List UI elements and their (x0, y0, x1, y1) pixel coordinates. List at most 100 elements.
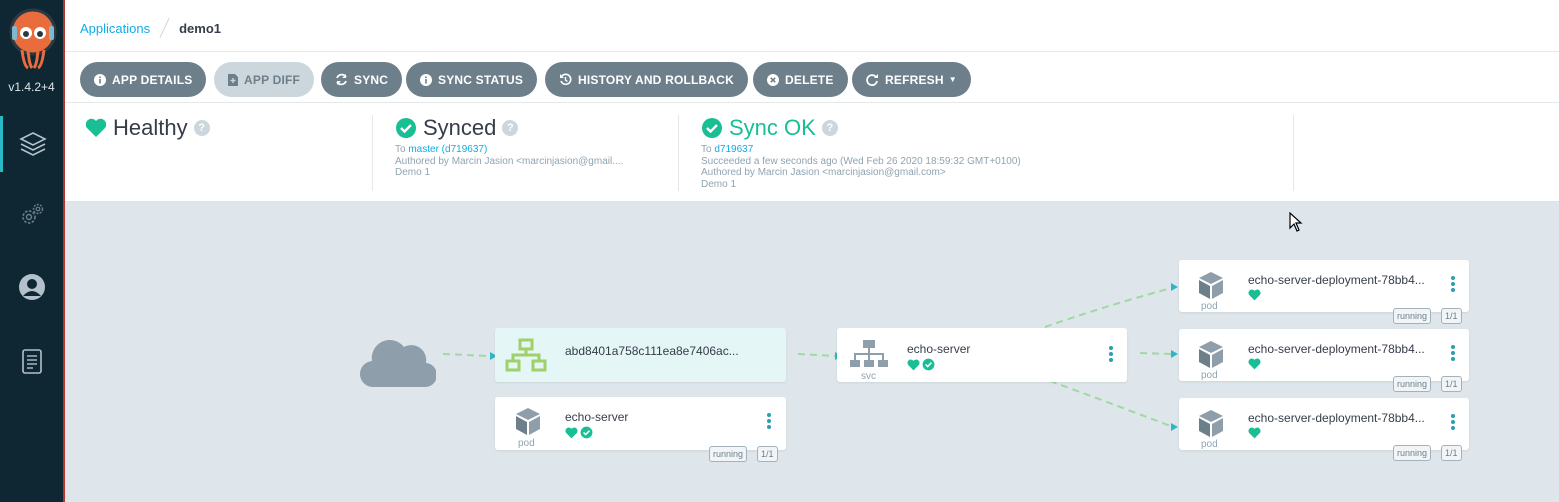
kebab-menu-icon[interactable] (767, 411, 773, 431)
cube-icon (1199, 341, 1223, 368)
app-details-button[interactable]: APP DETAILS (80, 62, 207, 97)
sync-target: To master (d719637) (395, 144, 623, 156)
sync-status: Synced ? To master (d719637) Authored by… (395, 115, 623, 179)
health-badges (565, 426, 593, 439)
user-icon (18, 274, 45, 300)
heart-icon (85, 118, 107, 137)
kebab-menu-icon[interactable] (1109, 344, 1115, 364)
pod-status-tag: running (1393, 308, 1432, 324)
sync-author: Authored by Marcin Jasion <marcinjasion@… (395, 155, 624, 167)
echo-server-svc-node[interactable]: svc echo-server (837, 328, 1127, 382)
top-bar: Applications demo1 (65, 0, 1559, 52)
help-icon[interactable]: ? (193, 120, 210, 136)
cube-icon (1199, 272, 1223, 299)
sidebar-item-user[interactable] (0, 259, 63, 315)
pod-name: echo-server-deployment-78bb4... (1248, 273, 1425, 287)
node-kind: svc (861, 371, 876, 382)
check-circle-icon (922, 358, 935, 371)
history-icon (559, 73, 572, 86)
version-label: v1.4.2+4 (8, 80, 55, 94)
kebab-menu-icon[interactable] (1451, 343, 1457, 363)
refresh-button[interactable]: REFRESH ▼ (852, 62, 971, 97)
health-badges (1248, 289, 1261, 301)
layers-icon (19, 132, 47, 156)
node-kind: pod (518, 438, 535, 449)
mouse-cursor-icon (1289, 212, 1303, 232)
toolbar: APP DETAILS APP DIFF SYNC SYNC STATUS HI… (65, 52, 1559, 103)
deployment-pod-node[interactable]: pod echo-server-deployment-78bb4... runn… (1179, 260, 1469, 324)
ingress-node[interactable]: abd8401a758c111ea8e7406ac... (495, 328, 786, 382)
pod-status-tag: running (1393, 445, 1432, 461)
breadcrumb-separator (159, 17, 170, 39)
sidebar-item-docs[interactable] (0, 334, 63, 390)
sync-status-label: SYNC STATUS (438, 72, 524, 87)
pod-ready-tag: 1/1 (757, 446, 778, 462)
network-icon (505, 338, 547, 372)
help-icon[interactable]: ? (502, 120, 519, 136)
sync-status-button[interactable]: SYNC STATUS (406, 62, 538, 97)
info-icon (94, 73, 106, 86)
argo-logo-icon[interactable] (8, 8, 58, 70)
health-badges (1248, 358, 1261, 370)
sync-icon (335, 73, 348, 86)
divider (678, 115, 679, 191)
pod-status-tag: running (709, 446, 748, 462)
operation-title-row: Sync OK ? (701, 115, 1021, 141)
delete-button[interactable]: DELETE (753, 62, 848, 97)
operation-to-prefix: To (701, 144, 712, 155)
node-kind: pod (1201, 370, 1218, 381)
history-rollback-button[interactable]: HISTORY AND ROLLBACK (545, 62, 749, 97)
check-circle-icon (580, 426, 593, 439)
health-status: Healthy ? (85, 115, 210, 141)
sync-button[interactable]: SYNC (321, 62, 403, 97)
ingress-name: abd8401a758c111ea8e7406ac... (565, 344, 739, 358)
kebab-menu-icon[interactable] (1451, 274, 1457, 294)
heart-icon (907, 359, 920, 370)
deployment-pod-node[interactable]: pod echo-server-deployment-78bb4... runn… (1179, 329, 1469, 392)
times-circle-icon (767, 73, 779, 86)
pod-name: echo-server-deployment-78bb4... (1248, 411, 1425, 425)
echo-server-pod-node[interactable]: pod echo-server running 1/1 (495, 397, 786, 462)
sync-message: Demo 1 (395, 167, 431, 178)
health-badges (1248, 427, 1261, 439)
operation-message: Demo 1 (701, 178, 737, 190)
svc-name: echo-server (907, 342, 971, 356)
pod-name: echo-server-deployment-78bb4... (1248, 342, 1425, 356)
sidebar: v1.4.2+4 (0, 0, 65, 502)
resource-graph: abd8401a758c111ea8e7406ac... pod echo-se… (65, 201, 1559, 502)
kebab-menu-icon[interactable] (1451, 412, 1457, 432)
pod-name: echo-server (565, 410, 629, 424)
pod-ready-tag: 1/1 (1441, 376, 1462, 392)
divider (1293, 115, 1294, 191)
gears-icon (21, 203, 43, 224)
sync-to-prefix: To (395, 144, 406, 155)
breadcrumb: Applications demo1 (80, 17, 221, 39)
heart-icon (1248, 427, 1261, 439)
history-rollback-label: HISTORY AND ROLLBACK (578, 72, 735, 87)
breadcrumb-applications-link[interactable]: Applications (80, 21, 150, 36)
sync-label: SYNC (354, 72, 389, 87)
sitemap-icon (850, 340, 888, 367)
node-kind: pod (1201, 439, 1218, 450)
info-icon (420, 73, 432, 86)
sync-title-row: Synced ? (395, 115, 623, 141)
pod-ready-tag: 1/1 (1441, 445, 1462, 461)
check-circle-icon (396, 118, 416, 138)
divider (372, 115, 373, 191)
operation-succeeded: Succeeded a few seconds ago (Wed Feb 26 … (701, 155, 1021, 167)
cloud-icon (360, 340, 436, 388)
sync-revision-link[interactable]: master (d719637) (408, 144, 487, 155)
sidebar-item-applications[interactable] (0, 116, 63, 172)
cube-icon (516, 408, 540, 435)
operation-revision-link[interactable]: d719637 (714, 144, 753, 155)
refresh-label: REFRESH (885, 72, 944, 87)
pod-status-tag: running (1393, 376, 1432, 392)
health-badges (907, 358, 935, 371)
deployment-pod-node[interactable]: pod echo-server-deployment-78bb4... runn… (1179, 398, 1469, 461)
operation-author: Authored by Marcin Jasion <marcinjasion@… (701, 167, 946, 178)
help-icon[interactable]: ? (821, 120, 838, 136)
status-panel: Healthy ? Synced ? To master (d719637) A… (65, 103, 1559, 201)
sidebar-item-settings[interactable] (0, 187, 63, 243)
app-diff-button[interactable]: APP DIFF (214, 62, 315, 97)
breadcrumb-current: demo1 (179, 20, 222, 36)
